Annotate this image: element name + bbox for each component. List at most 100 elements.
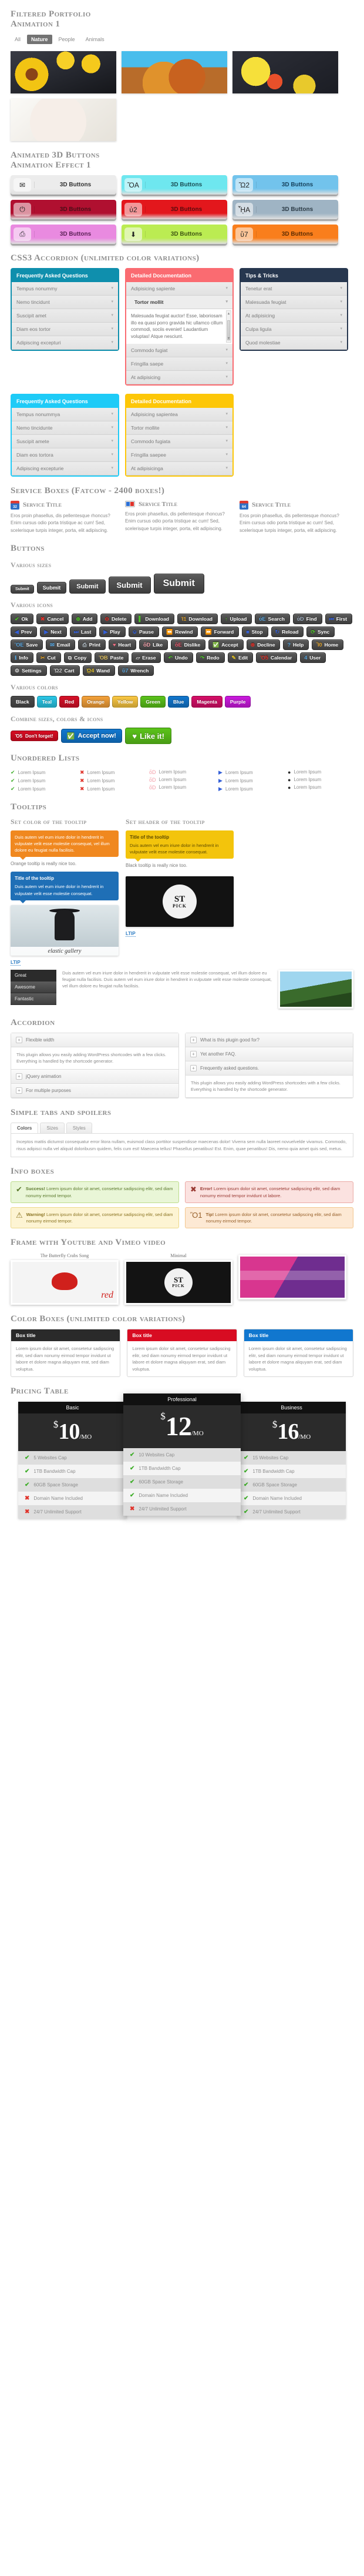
portfolio-thumb[interactable] bbox=[232, 51, 338, 93]
icon-button-cancel[interactable]: ✖ Cancel bbox=[36, 614, 69, 624]
submit-button[interactable]: Submit bbox=[154, 574, 204, 594]
accordion-item[interactable]: Adipisicing sapientea ▾ bbox=[126, 408, 232, 421]
accordion-item[interactable]: Suscipit amet ▾ bbox=[12, 309, 118, 323]
icon-button-print[interactable]: ⎙ Print bbox=[78, 639, 106, 650]
icon-button-home[interactable]: Ἶ0 Home bbox=[312, 639, 343, 650]
combo-button[interactable]: Ὄ5 Don't forget! bbox=[11, 731, 58, 741]
icon-button-find[interactable]: ὐD Find bbox=[293, 614, 322, 624]
accordion-item[interactable]: Diam eos tortor ▾ bbox=[12, 323, 118, 336]
icon-button-prev[interactable]: ◀ Prev bbox=[11, 627, 37, 637]
color-button-green[interactable]: Green bbox=[140, 696, 166, 708]
icon-button-reload[interactable]: ↻ Reload bbox=[271, 627, 304, 637]
accordion-item[interactable]: Quod molestiae ▾ bbox=[241, 336, 347, 350]
icon-button-erase[interactable]: ▱ Erase bbox=[132, 652, 161, 663]
tooltip-yellow-link[interactable]: Black tooltip is really nice too. bbox=[126, 863, 234, 868]
button-3d[interactable]: ✉ 3D Buttons bbox=[11, 175, 116, 195]
button-3d[interactable]: ὌA 3D Buttons bbox=[122, 175, 227, 195]
submit-button[interactable]: Submit bbox=[69, 579, 105, 594]
accordion-item[interactable]: Adipiscing excepturi ▾ bbox=[12, 336, 118, 350]
vertical-tabs[interactable]: Great Awesome Fantastic bbox=[11, 970, 56, 1005]
accordion-item[interactable]: Nemo tincidunte ▾ bbox=[12, 421, 118, 435]
color-button-black[interactable]: Black bbox=[11, 696, 35, 708]
accordion2-header[interactable]: + For multiple purposes bbox=[11, 1084, 178, 1098]
icon-button-next[interactable]: ▶ Next bbox=[40, 627, 66, 637]
icon-button-wand[interactable]: ᾨ4 Wand bbox=[83, 665, 116, 676]
icon-button-pause[interactable]: ⎉ Pause bbox=[129, 627, 159, 637]
icon-button-play[interactable]: ▶ Play bbox=[99, 627, 125, 637]
icon-button-accept[interactable]: ✅ Accept bbox=[208, 639, 244, 650]
scrollbar[interactable]: ▴ ▾ bbox=[226, 310, 231, 342]
vertical-tab-fantastic[interactable]: Fantastic bbox=[11, 993, 56, 1005]
accordion2-header[interactable]: + jQuery animation bbox=[11, 1070, 178, 1084]
accordion-item[interactable]: Fringilla saepee ▾ bbox=[126, 448, 232, 462]
accordion-item[interactable]: Tenetur erat ▾ bbox=[241, 282, 347, 296]
portfolio-filter-people[interactable]: People bbox=[55, 35, 79, 44]
accordion-item[interactable]: Tempus nonummya ▾ bbox=[12, 408, 118, 421]
accordion2-header[interactable]: + Flexible width bbox=[11, 1033, 178, 1047]
accordion2-header[interactable]: + Yet another FAQ. bbox=[186, 1047, 353, 1061]
accordion-item[interactable]: Commodo fugiat ▾ bbox=[126, 344, 232, 357]
color-button-orange[interactable]: Orange bbox=[82, 696, 110, 708]
tooltip-link-suffix[interactable]: LTIP bbox=[11, 960, 119, 965]
icon-button-delete[interactable]: ⊖ Delete bbox=[100, 614, 132, 624]
button-3d[interactable]: ⎙ 3D Buttons bbox=[11, 225, 116, 244]
portfolio-thumb[interactable] bbox=[11, 99, 116, 141]
poster-staff-pick[interactable]: ST PICK bbox=[126, 876, 234, 927]
button-3d[interactable]: ᾟA 3D Buttons bbox=[232, 200, 338, 219]
icon-button-edit[interactable]: ✎ Edit bbox=[228, 652, 254, 663]
combo-button[interactable]: ♥ Like it! bbox=[125, 728, 171, 744]
icon-button-cut[interactable]: ✂ Cut bbox=[36, 652, 61, 663]
color-button-teal[interactable]: Teal bbox=[37, 696, 57, 708]
color-button-purple[interactable]: Purple bbox=[225, 696, 251, 708]
accordion-item[interactable]: Commodo fugiata ▾ bbox=[126, 435, 232, 448]
tooltip-orange-link[interactable]: Orange tooltip is really nice too. bbox=[11, 861, 119, 866]
button-3d[interactable]: ὑ2 3D Buttons bbox=[122, 200, 227, 219]
color-button-yellow[interactable]: Yellow bbox=[112, 696, 138, 708]
icon-button-download[interactable]: Ἰ1 Download bbox=[177, 614, 218, 624]
icon-button-wrench[interactable]: ὒ7 Wrench bbox=[118, 665, 154, 676]
icon-button-rewind[interactable]: ⏪ Rewind bbox=[162, 627, 198, 637]
accordion-item[interactable]: At adipisicinga ▾ bbox=[126, 462, 232, 475]
icon-button-sync[interactable]: ⟳ Sync bbox=[306, 627, 335, 637]
icon-button-decline[interactable]: ⊗ Decline bbox=[247, 639, 281, 650]
vertical-tab-awesome[interactable]: Awesome bbox=[11, 982, 56, 993]
icon-button-save[interactable]: ὋE Save bbox=[11, 639, 43, 650]
icon-button-email[interactable]: ✉ Email bbox=[46, 639, 75, 650]
accordion-item[interactable]: Nemo tincidunt ▾ bbox=[12, 296, 118, 309]
accordion-item[interactable]: At adipisicing ▾ bbox=[126, 371, 232, 384]
submit-button[interactable]: Submit bbox=[109, 577, 151, 594]
icon-button-settings[interactable]: ⚙ Settings bbox=[11, 665, 47, 676]
video-player[interactable]: red bbox=[11, 1260, 119, 1305]
accordion-item[interactable]: Diam eos tortora ▾ bbox=[12, 448, 118, 462]
accordion2-header[interactable]: + What is this plugin good for? bbox=[186, 1033, 353, 1047]
color-button-blue[interactable]: Blue bbox=[168, 696, 189, 708]
icon-button-forward[interactable]: ⏩ Forward bbox=[201, 627, 239, 637]
portfolio-filters[interactable]: All Nature People Animals bbox=[11, 35, 353, 44]
tooltip-link-suffix-2[interactable]: LTIP bbox=[126, 931, 234, 936]
accordion-item[interactable]: Malesuada feugiat ▾ bbox=[241, 296, 347, 309]
portfolio-filter-animals[interactable]: Animals bbox=[82, 35, 109, 44]
icon-button-heart[interactable]: ♥ Heart bbox=[109, 639, 136, 650]
color-button-red[interactable]: Red bbox=[59, 696, 79, 708]
portfolio-thumb[interactable] bbox=[122, 51, 227, 93]
icon-button-calendar[interactable]: Ὄ5 Calendar bbox=[256, 652, 297, 663]
button-3d[interactable]: ⬇ 3D Buttons bbox=[122, 225, 227, 244]
tab-sizes[interactable]: Sizes bbox=[40, 1123, 65, 1133]
combo-button[interactable]: ✅ Accept now! bbox=[61, 729, 123, 743]
accordion-item[interactable]: Fringilla saepe ▾ bbox=[126, 357, 232, 371]
vertical-tab-great[interactable]: Great bbox=[11, 970, 56, 982]
portfolio-filter-nature[interactable]: Nature bbox=[27, 35, 52, 44]
submit-button[interactable]: Submit bbox=[11, 585, 34, 594]
accordion-item[interactable]: At adipisicing ▾ bbox=[241, 309, 347, 323]
icon-button-copy[interactable]: ⧉ Copy bbox=[64, 652, 92, 663]
simple-tabs[interactable]: Colors Sizes Styles bbox=[11, 1123, 353, 1133]
button-3d[interactable]: ⏻ 3D Buttons bbox=[11, 200, 116, 219]
icon-button-first[interactable]: ⏮ First bbox=[325, 614, 353, 624]
icon-button-help[interactable]: ? Help bbox=[283, 639, 309, 650]
submit-button[interactable]: Submit bbox=[37, 582, 67, 594]
icon-button-like[interactable]: ὄD Like bbox=[139, 639, 168, 650]
icon-button-cart[interactable]: Ὥ2 Cart bbox=[50, 665, 80, 676]
icon-button-info[interactable]: ℹ Info bbox=[11, 652, 33, 663]
accordion-item[interactable]: Culpa ligula ▾ bbox=[241, 323, 347, 336]
portfolio-filter-all[interactable]: All bbox=[11, 35, 25, 44]
